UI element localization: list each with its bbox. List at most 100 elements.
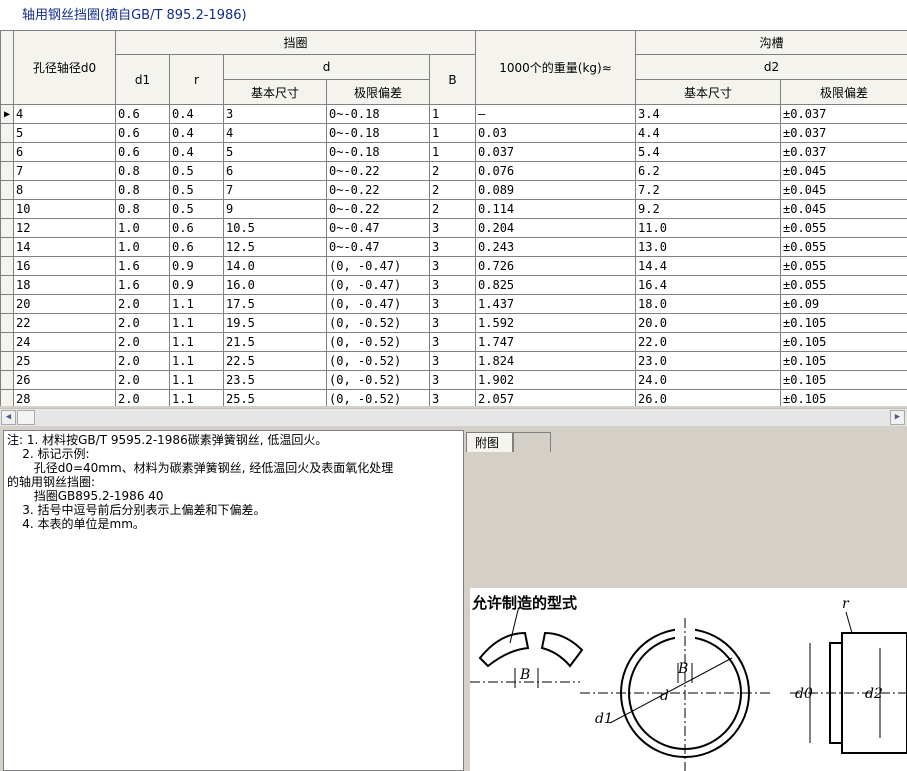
header-d-basic[interactable]: 基本尺寸 bbox=[223, 79, 327, 105]
table-cell[interactable]: 2 bbox=[428, 180, 477, 200]
table-cell[interactable]: 3 bbox=[428, 332, 477, 352]
table-cell[interactable]: 0.5 bbox=[169, 199, 224, 219]
row-indicator-cell[interactable] bbox=[0, 332, 14, 352]
header-d1[interactable]: d1 bbox=[115, 54, 170, 105]
header-d-tol[interactable]: 极限偏差 bbox=[326, 79, 430, 105]
table-cell[interactable]: 14.4 bbox=[635, 256, 782, 276]
header-r[interactable]: r bbox=[169, 54, 224, 105]
table-cell[interactable]: 1.1 bbox=[169, 370, 224, 390]
table-cell[interactable]: 20.0 bbox=[635, 313, 782, 333]
table-row[interactable]: 12 1.0 0.6 10.5 0~-0.47 3 0.204 11.0 ±0.055 bbox=[0, 218, 907, 238]
table-row[interactable]: ▶ 4 0.6 0.4 3 0~-0.18 1—3.4 ±0.037 bbox=[0, 104, 907, 124]
table-cell[interactable]: 0.726 bbox=[475, 256, 637, 276]
data-grid[interactable]: 孔径轴径d0 挡圈 1000个的重量(kg)≈ 沟槽 d1 r d B d2 基… bbox=[0, 30, 907, 406]
table-cell[interactable]: 1.0 bbox=[115, 218, 170, 238]
tab-figure[interactable]: 附图 bbox=[466, 432, 513, 452]
table-cell[interactable]: 4.4 bbox=[635, 123, 782, 143]
table-cell[interactable]: 2.0 bbox=[115, 313, 170, 333]
table-cell[interactable]: 0.6 bbox=[115, 104, 170, 124]
table-cell[interactable]: 0.6 bbox=[169, 237, 224, 257]
row-indicator-cell[interactable] bbox=[0, 275, 14, 295]
table-cell[interactable]: 26 bbox=[13, 370, 116, 390]
table-cell[interactable]: 7 bbox=[13, 161, 116, 181]
row-indicator-cell[interactable] bbox=[0, 351, 14, 371]
table-cell[interactable]: 1.1 bbox=[169, 389, 224, 406]
table-cell[interactable]: 4 bbox=[13, 104, 116, 124]
table-cell[interactable]: 3 bbox=[428, 218, 477, 238]
table-cell[interactable]: 24 bbox=[13, 332, 116, 352]
tab-empty[interactable] bbox=[513, 432, 551, 452]
table-cell[interactable]: 6.2 bbox=[635, 161, 782, 181]
table-cell[interactable]: 23.0 bbox=[635, 351, 782, 371]
table-cell[interactable]: 0.114 bbox=[475, 199, 637, 219]
table-cell[interactable]: 1.0 bbox=[115, 237, 170, 257]
table-cell[interactable]: 0.03 bbox=[475, 123, 637, 143]
table-row[interactable]: 20 2.0 1.1 17.5 (0, -0.47) 3 1.437 18.0 ±0.09 bbox=[0, 294, 907, 314]
table-cell[interactable]: 25.5 bbox=[223, 389, 327, 406]
table-row[interactable]: 22 2.0 1.1 19.5 (0, -0.52) 3 1.592 20.0 ±0.105 bbox=[0, 313, 907, 333]
table-cell[interactable]: 8 bbox=[13, 180, 116, 200]
table-cell[interactable]: 0~-0.47 bbox=[326, 218, 430, 238]
table-row[interactable]: 8 0.8 0.5 7 0~-0.22 2 0.089 7.2 ±0.045 bbox=[0, 180, 907, 200]
header-d2-basic[interactable]: 基本尺寸 bbox=[635, 79, 782, 105]
table-cell[interactable]: 0.8 bbox=[115, 199, 170, 219]
row-indicator-cell[interactable] bbox=[0, 313, 14, 333]
table-cell[interactable]: 17.5 bbox=[223, 294, 327, 314]
table-cell[interactable]: 0~-0.18 bbox=[326, 123, 430, 143]
header-weight[interactable]: 1000个的重量(kg)≈ bbox=[475, 30, 637, 105]
table-cell[interactable]: ±0.055 bbox=[780, 218, 907, 238]
table-cell[interactable]: (0, -0.52) bbox=[326, 313, 430, 333]
table-cell[interactable]: 26.0 bbox=[635, 389, 782, 406]
row-indicator-cell[interactable] bbox=[0, 256, 14, 276]
triangle-right-icon[interactable]: ▶ bbox=[0, 104, 14, 124]
table-cell[interactable]: 0~-0.18 bbox=[326, 142, 430, 162]
table-cell[interactable]: 11.0 bbox=[635, 218, 782, 238]
table-cell[interactable]: ±0.105 bbox=[780, 389, 907, 406]
table-cell[interactable]: 0.5 bbox=[169, 180, 224, 200]
table-cell[interactable]: 16 bbox=[13, 256, 116, 276]
table-cell[interactable]: 0.6 bbox=[115, 142, 170, 162]
table-cell[interactable]: 0.4 bbox=[169, 104, 224, 124]
table-cell[interactable]: 0.243 bbox=[475, 237, 637, 257]
table-cell[interactable]: 24.0 bbox=[635, 370, 782, 390]
table-cell[interactable]: 16.4 bbox=[635, 275, 782, 295]
table-cell[interactable]: (0, -0.52) bbox=[326, 370, 430, 390]
row-indicator-cell[interactable] bbox=[0, 199, 14, 219]
table-cell[interactable]: 0.9 bbox=[169, 275, 224, 295]
table-cell[interactable]: 2.0 bbox=[115, 389, 170, 406]
row-indicator-cell[interactable] bbox=[0, 123, 14, 143]
table-row[interactable]: 16 1.6 0.9 14.0 (0, -0.47) 3 0.726 14.4 ±0.055 bbox=[0, 256, 907, 276]
row-indicator-cell[interactable] bbox=[0, 161, 14, 181]
table-cell[interactable]: 4 bbox=[223, 123, 327, 143]
table-cell[interactable]: ±0.037 bbox=[780, 104, 907, 124]
table-cell[interactable]: 7 bbox=[223, 180, 327, 200]
table-cell[interactable]: 2.0 bbox=[115, 370, 170, 390]
table-cell[interactable]: 9 bbox=[223, 199, 327, 219]
table-cell[interactable]: 3 bbox=[223, 104, 327, 124]
table-cell[interactable]: ±0.055 bbox=[780, 275, 907, 295]
scrollbar-thumb[interactable] bbox=[17, 410, 35, 425]
chevron-left-icon[interactable]: ◀ bbox=[1, 410, 16, 425]
table-cell[interactable]: 0.825 bbox=[475, 275, 637, 295]
table-cell[interactable]: 5 bbox=[13, 123, 116, 143]
table-cell[interactable]: 10 bbox=[13, 199, 116, 219]
table-cell[interactable]: 1 bbox=[428, 142, 477, 162]
table-cell[interactable]: ±0.045 bbox=[780, 180, 907, 200]
table-cell[interactable]: 23.5 bbox=[223, 370, 327, 390]
table-cell[interactable]: 0~-0.47 bbox=[326, 237, 430, 257]
table-cell[interactable]: 18 bbox=[13, 275, 116, 295]
table-cell[interactable]: 2.057 bbox=[475, 389, 637, 406]
table-cell[interactable]: (0, -0.52) bbox=[326, 332, 430, 352]
row-indicator-cell[interactable] bbox=[0, 142, 14, 162]
table-cell[interactable]: 0.076 bbox=[475, 161, 637, 181]
table-cell[interactable]: 3 bbox=[428, 256, 477, 276]
horizontal-scrollbar[interactable]: ◀ ▶ bbox=[0, 408, 907, 426]
table-cell[interactable]: 5 bbox=[223, 142, 327, 162]
table-cell[interactable]: 1.824 bbox=[475, 351, 637, 371]
table-cell[interactable]: 3 bbox=[428, 313, 477, 333]
table-cell[interactable]: 1.1 bbox=[169, 332, 224, 352]
table-row[interactable]: 25 2.0 1.1 22.5 (0, -0.52) 3 1.824 23.0 ±0.105 bbox=[0, 351, 907, 371]
table-cell[interactable]: 1.1 bbox=[169, 351, 224, 371]
table-cell[interactable]: 1.902 bbox=[475, 370, 637, 390]
table-cell[interactable]: 0.089 bbox=[475, 180, 637, 200]
